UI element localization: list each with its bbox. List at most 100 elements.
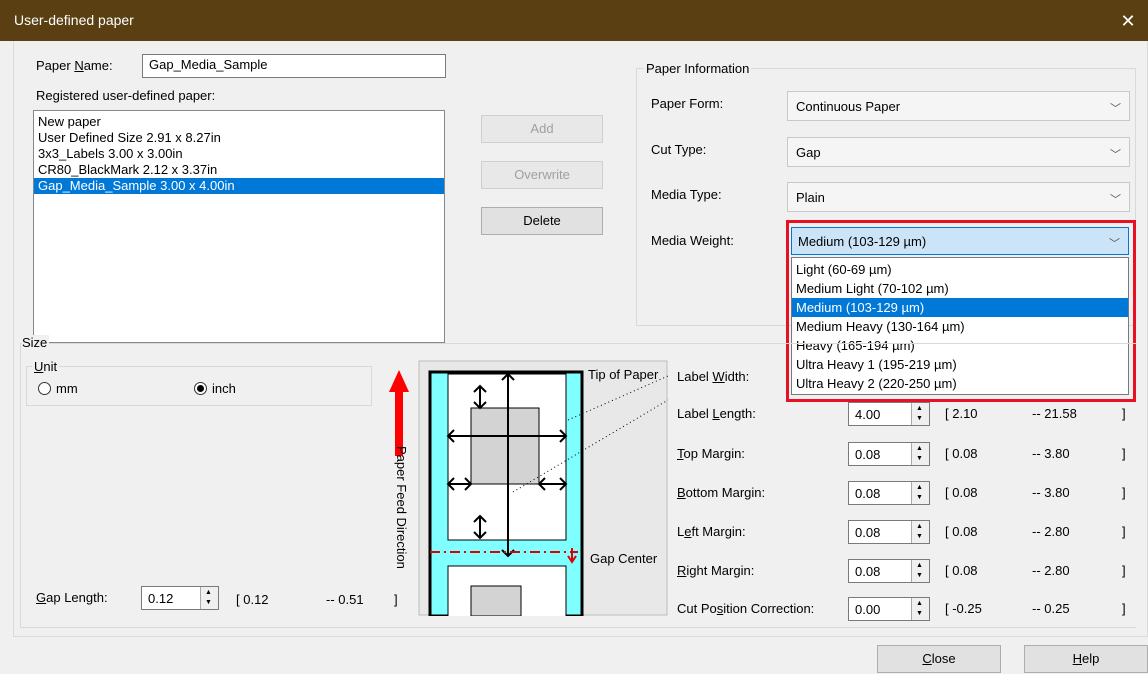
- cut-position-max: -- 0.25: [1032, 601, 1070, 616]
- chevron-down-icon[interactable]: ▼: [916, 455, 923, 463]
- chevron-down-icon[interactable]: ▼: [916, 572, 923, 580]
- chevron-down-icon[interactable]: ▼: [916, 494, 923, 502]
- cut-type-value: Gap: [796, 145, 821, 160]
- bottom-margin-stepper[interactable]: 0.08 ▲ ▼: [848, 481, 930, 505]
- registered-paper-label: Registered user-defined paper:: [36, 88, 216, 103]
- left-margin-value: 0.08: [855, 525, 881, 540]
- top-margin-stepper[interactable]: 0.08 ▲ ▼: [848, 442, 930, 466]
- right-margin-stepper[interactable]: 0.08 ▲ ▼: [848, 559, 930, 583]
- spin-arrows[interactable]: ▲ ▼: [911, 598, 929, 620]
- tip-of-paper-label: Tip of Paper: [588, 367, 659, 382]
- list-item[interactable]: 3x3_Labels 3.00 x 3.00in: [34, 146, 444, 162]
- paper-form-value: Continuous Paper: [796, 99, 901, 114]
- dropdown-option[interactable]: Light (60-69 µm): [792, 260, 1128, 279]
- gap-length-stepper[interactable]: 0.12 ▲ ▼: [141, 586, 219, 610]
- chevron-down-icon: ﹀: [1110, 149, 1121, 161]
- paper-name-label: Paper Name:: [36, 58, 113, 73]
- spin-arrows[interactable]: ▲ ▼: [911, 443, 929, 465]
- chevron-down-icon[interactable]: ▼: [205, 599, 212, 607]
- help-button[interactable]: Help: [1024, 645, 1148, 673]
- media-type-value: Plain: [796, 190, 825, 205]
- gap-length-label: Gap Length:: [36, 590, 108, 605]
- chevron-up-icon[interactable]: ▲: [205, 589, 212, 597]
- cut-position-bracket: ]: [1122, 601, 1126, 616]
- paper-form-label: Paper Form:: [651, 96, 724, 111]
- list-item-selected[interactable]: Gap_Media_Sample 3.00 x 4.00in: [34, 178, 444, 194]
- media-weight-label: Media Weight:: [651, 233, 734, 248]
- media-type-combo[interactable]: Plain ﹀: [787, 182, 1130, 212]
- paper-name-input[interactable]: Gap_Media_Sample: [142, 54, 446, 78]
- spin-arrows[interactable]: ▲ ▼: [911, 560, 929, 582]
- top-margin-max: -- 3.80: [1032, 446, 1070, 461]
- chevron-up-icon[interactable]: ▲: [916, 445, 923, 453]
- list-item[interactable]: New paper: [34, 114, 444, 130]
- chevron-down-icon: ﹀: [1109, 238, 1120, 250]
- delete-button[interactable]: Delete: [481, 207, 603, 235]
- chevron-down-icon: ﹀: [1110, 103, 1121, 115]
- chevron-up-icon[interactable]: ▲: [916, 405, 923, 413]
- chevron-up-icon[interactable]: ▲: [916, 562, 923, 570]
- left-margin-min: [ 0.08: [945, 524, 978, 539]
- bottom-margin-max: -- 3.80: [1032, 485, 1070, 500]
- left-margin-max: -- 2.80: [1032, 524, 1070, 539]
- unit-label: Unit: [32, 359, 60, 374]
- chevron-up-icon[interactable]: ▲: [916, 600, 923, 608]
- gap-length-min: [ 0.12: [236, 592, 269, 607]
- cut-position-value: 0.00: [855, 602, 881, 617]
- add-button[interactable]: Add: [481, 115, 603, 143]
- spin-arrows[interactable]: ▲ ▼: [911, 482, 929, 504]
- close-button[interactable]: Close: [877, 645, 1001, 673]
- list-item[interactable]: CR80_BlackMark 2.12 x 3.37in: [34, 162, 444, 178]
- gap-length-value: 0.12: [148, 591, 174, 606]
- chevron-down-icon: ﹀: [1110, 194, 1121, 206]
- label-length-value: 4.00: [855, 407, 881, 422]
- paper-information-label: Paper Information: [644, 61, 752, 76]
- registered-paper-list[interactable]: New paper User Defined Size 2.91 x 8.27i…: [33, 110, 445, 343]
- label-length-stepper[interactable]: 4.00 ▲ ▼: [848, 402, 930, 426]
- chevron-down-icon[interactable]: ▼: [916, 610, 923, 618]
- feed-direction-arrow-icon: [389, 370, 409, 456]
- list-item[interactable]: User Defined Size 2.91 x 8.27in: [34, 130, 444, 146]
- dropdown-option[interactable]: Medium Heavy (130-164 µm): [792, 317, 1128, 336]
- feed-direction-label: Paper Feed Direction: [394, 446, 409, 569]
- mm-label[interactable]: mm: [56, 381, 78, 396]
- dropdown-option-selected[interactable]: Medium (103-129 µm): [792, 298, 1128, 317]
- right-margin-label: Right Margin:: [677, 563, 755, 578]
- cut-type-label: Cut Type:: [651, 142, 707, 157]
- spin-arrows[interactable]: ▲ ▼: [911, 403, 929, 425]
- close-icon[interactable]: ✕: [1113, 6, 1143, 36]
- media-weight-value: Medium (103-129 µm): [798, 234, 927, 249]
- paper-name-value: Gap_Media_Sample: [149, 57, 268, 72]
- cut-position-stepper[interactable]: 0.00 ▲ ▼: [848, 597, 930, 621]
- chevron-down-icon[interactable]: ▼: [916, 533, 923, 541]
- right-margin-max: -- 2.80: [1032, 563, 1070, 578]
- bottom-margin-min: [ 0.08: [945, 485, 978, 500]
- cut-type-combo[interactable]: Gap ﹀: [787, 137, 1130, 167]
- top-margin-bracket: ]: [1122, 446, 1126, 461]
- gap-length-max: -- 0.51: [326, 592, 364, 607]
- spin-arrows[interactable]: ▲ ▼: [911, 521, 929, 543]
- media-weight-combo[interactable]: Medium (103-129 µm) ﹀: [791, 227, 1129, 255]
- inch-label[interactable]: inch: [212, 381, 236, 396]
- top-margin-value: 0.08: [855, 447, 881, 462]
- left-margin-label: Left Margin:: [677, 524, 746, 539]
- dropdown-option[interactable]: Medium Light (70-102 µm): [792, 279, 1128, 298]
- gap-center-label: Gap Center: [590, 551, 658, 566]
- cut-position-min: [ -0.25: [945, 601, 982, 616]
- chevron-down-icon[interactable]: ▼: [916, 415, 923, 423]
- label-length-bracket: ]: [1122, 406, 1126, 421]
- inch-radio[interactable]: [194, 382, 207, 395]
- label-length-min: [ 2.10: [945, 406, 978, 421]
- mm-radio[interactable]: [38, 382, 51, 395]
- spin-arrows[interactable]: ▲ ▼: [200, 587, 218, 609]
- paper-form-combo[interactable]: Continuous Paper ﹀: [787, 91, 1130, 121]
- left-margin-bracket: ]: [1122, 524, 1126, 539]
- chevron-up-icon[interactable]: ▲: [916, 523, 923, 531]
- chevron-up-icon[interactable]: ▲: [916, 484, 923, 492]
- title-bar: User-defined paper ✕: [0, 0, 1148, 41]
- label-diagram: [418, 360, 668, 616]
- bottom-margin-value: 0.08: [855, 486, 881, 501]
- label-width-label: Label Width:: [677, 369, 750, 384]
- left-margin-stepper[interactable]: 0.08 ▲ ▼: [848, 520, 930, 544]
- overwrite-button[interactable]: Overwrite: [481, 161, 603, 189]
